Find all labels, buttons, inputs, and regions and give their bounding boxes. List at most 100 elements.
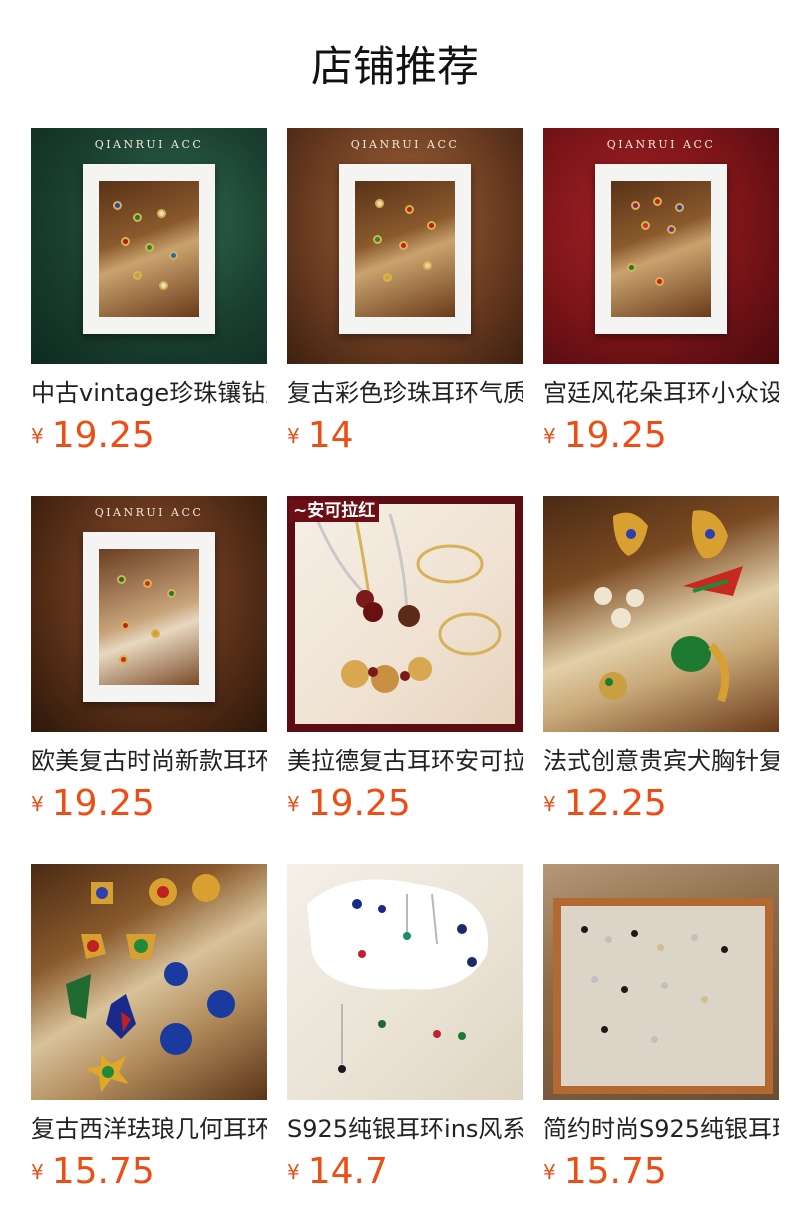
gem-dot [159, 281, 168, 290]
product-image[interactable]: ~安可拉红 [287, 496, 523, 732]
gem-dot [169, 251, 178, 260]
brand-watermark: QIANRUI ACC [94, 138, 204, 151]
gem-dot [133, 271, 142, 280]
photo-frame [339, 164, 471, 334]
gem-dot [383, 273, 392, 282]
product-price: ¥19.25 [31, 782, 155, 826]
gem-dot [691, 934, 698, 941]
product-price: ¥19.25 [543, 414, 667, 458]
product-price: ¥15.75 [31, 1150, 155, 1194]
gem-dot [133, 213, 142, 222]
currency-symbol: ¥ [287, 424, 300, 448]
gem-dot [157, 209, 166, 218]
gem-dot [655, 277, 664, 286]
gem-dot [121, 621, 130, 630]
gem-dot [373, 235, 382, 244]
gem-dot [117, 575, 126, 584]
product-price: ¥14 [287, 414, 354, 458]
photo-frame [83, 532, 215, 702]
necklace-illustration [313, 513, 502, 693]
gem-dot [651, 1036, 658, 1043]
gem-dot [121, 237, 130, 246]
price-amount: 19.25 [563, 415, 667, 456]
brand-watermark: QIANRUI ACC [606, 138, 716, 151]
product-photo [295, 504, 515, 724]
product-image[interactable]: QIANRUI ACC [287, 128, 523, 364]
brand-watermark: QIANRUI ACC [350, 138, 460, 151]
jewelry-photo [99, 549, 199, 685]
product-image[interactable] [287, 864, 523, 1100]
gem-dot [119, 655, 128, 664]
gem-dot [145, 243, 154, 252]
product-card[interactable]: QIANRUI ACC 宫廷风花朵耳环小众设计 ¥19.25 [543, 128, 779, 468]
price-amount: 19.25 [51, 415, 155, 456]
product-price: ¥12.25 [543, 782, 667, 826]
product-price: ¥15.75 [543, 1150, 667, 1194]
jewelry-photo [355, 181, 455, 317]
gem-dot [675, 203, 684, 212]
product-price: ¥14.7 [287, 1150, 388, 1194]
product-title[interactable]: S925纯银耳环ins风系列 [287, 1112, 523, 1146]
product-image[interactable] [543, 864, 779, 1100]
gem-dot [631, 930, 638, 937]
brooch-illustration [594, 510, 743, 703]
gem-dot [667, 225, 676, 234]
product-image[interactable]: QIANRUI ACC [543, 128, 779, 364]
gem-dot [405, 205, 414, 214]
price-amount: 14 [307, 415, 354, 456]
gem-dot [657, 944, 664, 951]
gem-dot [621, 986, 628, 993]
gem-dot [661, 982, 668, 989]
product-image[interactable]: QIANRUI ACC [31, 496, 267, 732]
gem-dot [627, 263, 636, 272]
gem-dot [423, 261, 432, 270]
product-image[interactable]: QIANRUI ACC [31, 128, 267, 364]
product-title[interactable]: 复古西洋珐琅几何耳环 [31, 1112, 267, 1146]
product-price: ¥19.25 [287, 782, 411, 826]
jewelry-photo [611, 181, 711, 317]
product-card[interactable]: QIANRUI ACC 欧美复古时尚新款耳环 ¥19.25 [31, 496, 267, 836]
gem-dot [601, 1026, 608, 1033]
product-title[interactable]: 法式创意贵宾犬胸针复古 [543, 744, 779, 778]
product-label: ~安可拉红 [289, 500, 380, 522]
gem-dot [143, 579, 152, 588]
product-image[interactable] [543, 496, 779, 732]
price-amount: 12.25 [563, 783, 667, 824]
product-title[interactable]: 宫廷风花朵耳环小众设计 [543, 376, 779, 410]
gem-dot [113, 201, 122, 210]
gem-dot [591, 976, 598, 983]
gem-dot [167, 589, 176, 598]
currency-symbol: ¥ [543, 792, 556, 816]
photo-frame [595, 164, 727, 334]
currency-symbol: ¥ [287, 792, 300, 816]
gem-dot [151, 629, 160, 638]
product-card[interactable]: QIANRUI ACC 中古vintage珍珠镶钻复古耳环 ¥19.25 [31, 128, 267, 468]
product-title[interactable]: 欧美复古时尚新款耳环 [31, 744, 267, 778]
product-card[interactable]: ~安可拉红 美拉德复古耳环安可拉红 ¥19.25 [287, 496, 523, 836]
enamel-earrings-illustration [66, 874, 235, 1092]
product-title[interactable]: 中古vintage珍珠镶钻复古耳环 [31, 376, 267, 410]
jewelry-tray [553, 898, 773, 1094]
product-title[interactable]: 美拉德复古耳环安可拉红 [287, 744, 523, 778]
product-card[interactable]: 简约时尚S925纯银耳环 ¥15.75 [543, 864, 779, 1204]
product-image[interactable] [31, 864, 267, 1100]
price-amount: 15.75 [51, 1151, 155, 1192]
product-card[interactable]: QIANRUI ACC 复古彩色珍珠耳环气质 ¥14 [287, 128, 523, 468]
gem-dot [375, 199, 384, 208]
product-title[interactable]: 复古彩色珍珠耳环气质 [287, 376, 523, 410]
brand-watermark: QIANRUI ACC [94, 506, 204, 519]
price-amount: 19.25 [51, 783, 155, 824]
price-amount: 14.7 [307, 1151, 388, 1192]
gem-dot [399, 241, 408, 250]
product-card[interactable]: 复古西洋珐琅几何耳环 ¥15.75 [31, 864, 267, 1204]
currency-symbol: ¥ [31, 792, 44, 816]
gem-dot [701, 996, 708, 1003]
product-card[interactable]: S925纯银耳环ins风系列 ¥14.7 [287, 864, 523, 1204]
jewelry-photo [99, 181, 199, 317]
price-amount: 15.75 [563, 1151, 667, 1192]
currency-symbol: ¥ [287, 1160, 300, 1184]
gem-dot [605, 936, 612, 943]
product-title[interactable]: 简约时尚S925纯银耳环 [543, 1112, 779, 1146]
product-card[interactable]: 法式创意贵宾犬胸针复古 ¥12.25 [543, 496, 779, 836]
gem-dot [653, 197, 662, 206]
